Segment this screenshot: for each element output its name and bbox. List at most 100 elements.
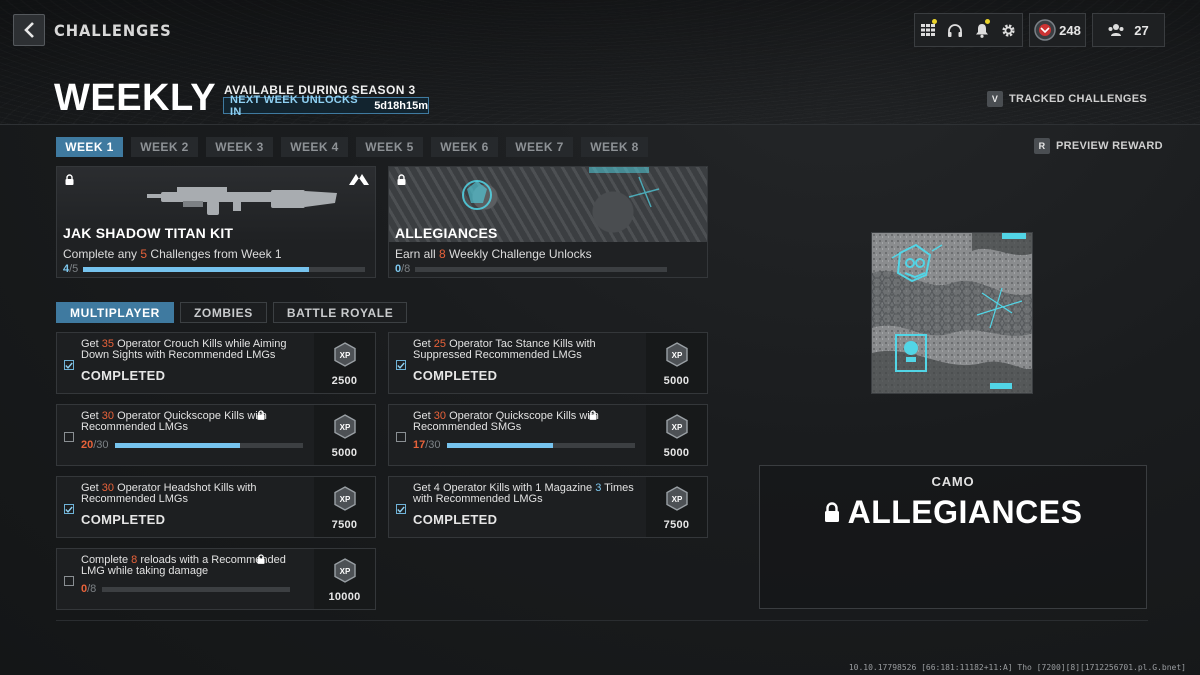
xp-reward-panel: XP 7500: [646, 477, 707, 537]
xp-badge-icon: XP: [665, 486, 688, 511]
xp-badge-icon: XP: [333, 414, 356, 439]
tab-battle-royale[interactable]: BATTLE ROYALE: [272, 302, 408, 323]
challenge-track-checkbox[interactable]: [64, 432, 74, 442]
camo-preview-image: [871, 232, 1033, 394]
challenge-track-checkbox[interactable]: [396, 504, 406, 514]
challenge-progress-bar: [114, 442, 303, 448]
key-prompt-r: R: [1034, 138, 1050, 154]
lock-icon: [65, 174, 74, 185]
brand-logo-icon: [349, 174, 369, 185]
bell-icon: [975, 23, 988, 38]
challenge-track-checkbox[interactable]: [396, 360, 406, 370]
checkmark-icon: [397, 506, 405, 513]
camo-pattern-icon: [872, 233, 1032, 393]
svg-text:XP: XP: [339, 423, 350, 432]
tab-week-8[interactable]: WEEK 8: [581, 137, 648, 157]
lock-icon: [257, 554, 265, 564]
next-week-timer: NEXT WEEK UNLOCKS IN 5d18h15m: [223, 94, 429, 118]
xp-reward-panel: XP 7500: [314, 477, 375, 537]
xp-badge-icon: XP: [665, 342, 688, 367]
challenge-description: Get 30 Operator Quickscope Kills with Re…: [413, 410, 599, 433]
challenge-track-checkbox[interactable]: [64, 504, 74, 514]
tab-multiplayer[interactable]: MULTIPLAYER: [56, 302, 174, 323]
reward-description: Earn all 8 Weekly Challenge Unlocks: [395, 247, 592, 261]
tab-week-5[interactable]: WEEK 5: [356, 137, 423, 157]
back-button[interactable]: [13, 14, 45, 46]
tab-week-2[interactable]: WEEK 2: [131, 137, 198, 157]
party-count: 27: [1134, 22, 1149, 38]
tracked-challenges-label: TRACKED CHALLENGES: [1009, 93, 1148, 105]
reward-name: ALLEGIANCES: [395, 225, 498, 241]
xp-reward-value: 10000: [328, 591, 361, 603]
lock-icon: [824, 502, 839, 522]
headset-button[interactable]: [942, 14, 969, 46]
preview-reward-button[interactable]: R PREVIEW REWARD: [1034, 138, 1163, 154]
xp-reward-value: 5000: [663, 375, 690, 387]
reward-progress: 4/5: [63, 263, 366, 275]
challenge-description: Get 25 Operator Tac Stance Kills with Su…: [413, 338, 596, 361]
challenge-description: Get 30 Operator Quickscope Kills with Re…: [81, 410, 267, 433]
tab-zombies[interactable]: ZOMBIES: [179, 302, 267, 323]
xp-reward-value: 5000: [663, 447, 690, 459]
challenge-card[interactable]: Get 25 Operator Tac Stance Kills with Su…: [388, 332, 708, 394]
challenge-description: Get 30 Operator Headshot Kills with Reco…: [81, 482, 257, 505]
challenge-progress-bar: [446, 442, 635, 448]
camo-type-label: CAMO: [931, 474, 975, 489]
tab-week-6[interactable]: WEEK 6: [431, 137, 498, 157]
reward-card-camo[interactable]: ALLEGIANCES Earn all 8 Weekly Challenge …: [388, 166, 708, 278]
challenge-description: Complete 8 reloads with a Recommended LM…: [81, 554, 286, 577]
challenge-track-checkbox[interactable]: [64, 360, 74, 370]
tab-week-7[interactable]: WEEK 7: [506, 137, 573, 157]
challenge-card[interactable]: Get 35 Operator Crouch Kills while Aimin…: [56, 332, 376, 394]
challenge-status: COMPLETED: [413, 512, 498, 527]
key-prompt-v: V: [987, 91, 1003, 107]
xp-reward-panel: XP 5000: [646, 333, 707, 393]
challenge-card[interactable]: Complete 8 reloads with a Recommended LM…: [56, 548, 376, 610]
player-level: 248: [1059, 22, 1081, 38]
reward-description: Complete any 5 Challenges from Week 1: [63, 247, 282, 261]
next-week-label: NEXT WEEK UNLOCKS IN: [230, 93, 358, 118]
svg-text:XP: XP: [339, 495, 350, 504]
build-string: 10.10.17798526 [66:181:11182+11:A] Tho […: [848, 663, 1186, 672]
page-title: WEEKLY: [54, 77, 217, 119]
checkmark-icon: [397, 362, 405, 369]
tracked-challenges-button[interactable]: V TRACKED CHALLENGES: [987, 91, 1147, 107]
party-button[interactable]: 27: [1092, 13, 1165, 47]
checkmark-icon: [65, 506, 73, 513]
challenge-card[interactable]: Get 4 Operator Kills with 1 Magazine 3 T…: [388, 476, 708, 538]
reward-progress: 0/8: [395, 263, 668, 275]
player-level-badge[interactable]: 248: [1029, 13, 1086, 47]
challenge-progress: 17/30: [413, 439, 635, 451]
xp-reward-panel: XP 5000: [257, 405, 375, 465]
lock-icon: [397, 174, 406, 185]
reward-card-weapon-kit[interactable]: JAK SHADOW TITAN KIT Complete any 5 Chal…: [56, 166, 376, 278]
challenge-status: COMPLETED: [413, 368, 498, 383]
tab-week-3[interactable]: WEEK 3: [206, 137, 273, 157]
challenge-card[interactable]: Get 30 Operator Headshot Kills with Reco…: [56, 476, 376, 538]
xp-badge-icon: XP: [333, 558, 356, 583]
tab-week-1[interactable]: WEEK 1: [56, 137, 123, 157]
mode-tabs: MULTIPLAYER ZOMBIES BATTLE ROYALE: [56, 302, 408, 323]
grid-menu-button[interactable]: [915, 14, 942, 46]
svg-text:XP: XP: [671, 495, 682, 504]
challenge-progress: 0/8: [81, 583, 291, 595]
preview-reward-label: PREVIEW REWARD: [1056, 140, 1163, 152]
challenge-card[interactable]: Get 30 Operator Quickscope Kills with Re…: [388, 404, 708, 466]
camo-info-panel: CAMO ALLEGIANCES: [759, 465, 1147, 609]
tab-week-4[interactable]: WEEK 4: [281, 137, 348, 157]
xp-reward-value: 7500: [331, 519, 358, 531]
xp-reward-value: 2500: [331, 375, 358, 387]
checkmark-icon: [65, 362, 73, 369]
reward-progress-bar: [415, 266, 668, 272]
svg-text:XP: XP: [671, 423, 682, 432]
xp-reward-value: 5000: [331, 447, 358, 459]
xp-badge-icon: XP: [333, 342, 356, 367]
lock-icon: [257, 410, 265, 420]
challenge-card[interactable]: Get 30 Operator Quickscope Kills with Re…: [56, 404, 376, 466]
reward-name: JAK SHADOW TITAN KIT: [63, 225, 234, 241]
challenge-track-checkbox[interactable]: [64, 576, 74, 586]
challenge-track-checkbox[interactable]: [396, 432, 406, 442]
challenge-description: Get 35 Operator Crouch Kills while Aimin…: [81, 338, 287, 361]
notifications-button[interactable]: [969, 14, 996, 46]
settings-button[interactable]: [995, 14, 1022, 46]
